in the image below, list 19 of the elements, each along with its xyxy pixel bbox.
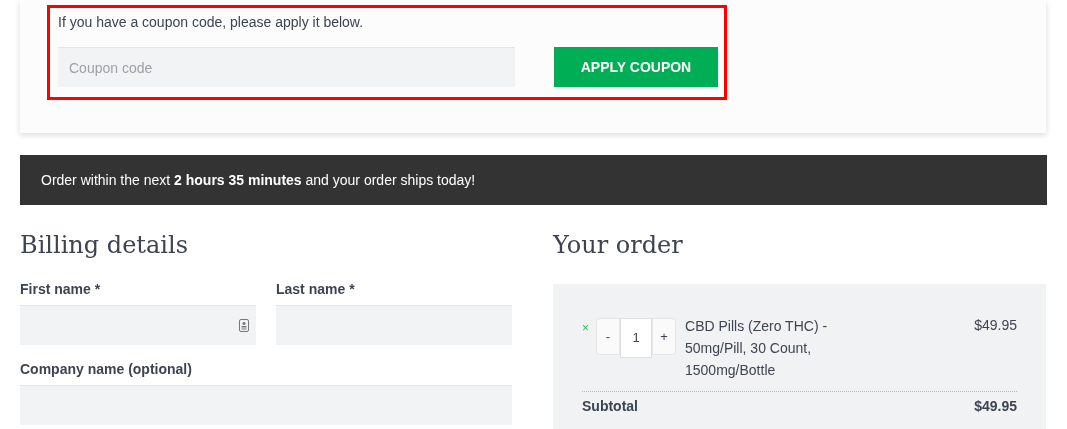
text-field[interactable]: [276, 305, 512, 345]
subtotal-label: Subtotal: [582, 397, 638, 416]
banner-text: Order within the next 2 hours 35 minutes and your order ships today!: [41, 170, 476, 190]
quantity-field[interactable]: 1: [620, 318, 652, 358]
decrease-button[interactable]: -: [596, 318, 620, 355]
coupon-prompt: If you have a coupon code, please apply it below.: [58, 13, 365, 32]
increase-button[interactable]: +: [652, 318, 676, 355]
order-heading: Your order: [553, 230, 684, 261]
field-label: First name *: [20, 280, 102, 299]
billing-heading: Billing details: [20, 230, 189, 261]
coupon-field[interactable]: Coupon code: [58, 47, 515, 87]
product-price: $49.95: [974, 316, 1017, 335]
field-label: Company name (optional): [20, 360, 193, 379]
text-field[interactable]: [20, 305, 256, 345]
field-label: Last name *: [276, 280, 356, 299]
text-field[interactable]: [20, 385, 512, 425]
product-name: CBD Pills (Zero THC) - 50mg/Pill, 30 Count, 1500mg/Bottle: [685, 317, 829, 380]
contact-card-icon[interactable]: [239, 319, 249, 332]
subtotal-value: $49.95: [974, 397, 1017, 416]
